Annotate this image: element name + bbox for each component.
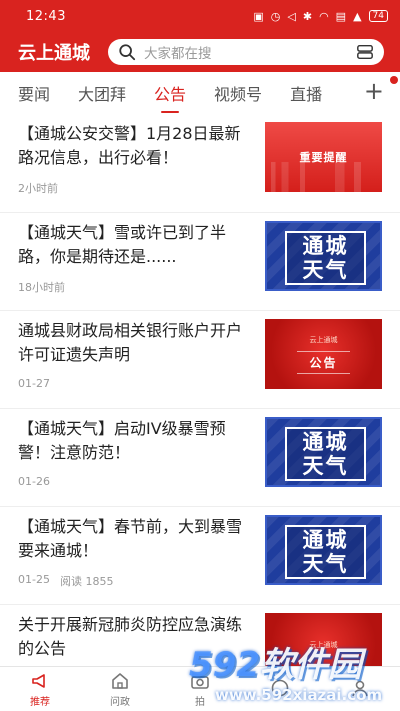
- channel-tabs: 要闻 大团拜 公告 视频号 直播 +: [0, 72, 400, 114]
- news-meta: 18小时前: [18, 279, 65, 295]
- news-thumbnail: 云上通城 公告: [265, 319, 382, 389]
- news-thumbnail: 通城 天气: [265, 417, 382, 487]
- news-thumbnail: 通城 天气: [265, 221, 382, 291]
- thumbnail-caption-line2: 天气: [302, 454, 349, 478]
- hd-icon: ▤: [335, 9, 347, 23]
- news-meta: 2小时前: [18, 180, 58, 196]
- city-skyline-graphic: [265, 162, 382, 192]
- news-title: 关于开展新冠肺炎防控应急演练的公告: [18, 615, 243, 658]
- news-time: 01-26: [18, 475, 50, 488]
- list-item[interactable]: 通城县财政局相关银行账户开户许可证遗失声明 01-27 云上通城 公告: [0, 310, 400, 408]
- app-title: 云上通城: [18, 43, 90, 64]
- search-icon: [119, 44, 136, 61]
- news-time: 2小时前: [18, 182, 58, 195]
- bluetooth-icon: ✱: [302, 9, 313, 23]
- status-icons: ▣ ◷ ◁ ✱ ◠ ▤ ▲ 74: [253, 10, 388, 23]
- news-title: 【通城天气】雪或许已到了半路，你是期待还是......: [18, 223, 227, 266]
- search-placeholder: 大家都在搜: [144, 46, 212, 62]
- news-time: 18小时前: [18, 281, 65, 294]
- list-item[interactable]: 【通城天气】春节前，大到暴雪要来通城！ 01-25 阅读 1855 通城 天气: [0, 506, 400, 604]
- compass-icon: [271, 679, 289, 697]
- nav-mine[interactable]: [320, 667, 400, 711]
- add-channel-icon[interactable]: +: [364, 78, 384, 104]
- wifi-icon: ◠: [319, 9, 329, 23]
- user-icon: [352, 680, 368, 697]
- news-title: 【通城天气】春节前，大到暴雪要来通城！: [18, 517, 243, 560]
- notification-icon: ▣: [253, 9, 264, 23]
- list-item[interactable]: 【通城天气】启动IV级暴雪预警！注意防范！ 01-26 通城 天气: [0, 408, 400, 506]
- status-time: 12:43: [26, 8, 66, 24]
- scan-icon[interactable]: [356, 43, 374, 61]
- news-meta: 01-25 阅读 1855: [18, 573, 113, 589]
- status-bar: 12:43 ▣ ◷ ◁ ✱ ◠ ▤ ▲ 74: [0, 0, 400, 32]
- signal-icon: ▲: [353, 9, 362, 23]
- news-time: 01-27: [18, 377, 50, 390]
- home-icon: [112, 672, 128, 689]
- nav-pai[interactable]: 拍: [160, 667, 240, 711]
- tab-shipinhao[interactable]: 视频号: [214, 81, 262, 105]
- news-reads: 阅读 1855: [59, 575, 114, 588]
- news-title: 【通城天气】启动IV级暴雪预警！注意防范！: [18, 419, 226, 462]
- search-bar[interactable]: 大家都在搜: [108, 39, 384, 65]
- camera-icon: [191, 675, 209, 689]
- mute-icon: ◁: [287, 9, 296, 23]
- news-meta: 01-26: [18, 475, 50, 488]
- tab-datuanbai[interactable]: 大团拜: [78, 81, 126, 105]
- weather-logo-box: 通城 天气: [285, 231, 366, 285]
- list-item[interactable]: 【通城公安交警】1月28日最新路况信息，出行必看！ 2小时前 重要提醒: [0, 114, 400, 212]
- thumbnail-caption-line1: 通城: [302, 234, 349, 258]
- bottom-nav: 推荐 问政 拍: [0, 666, 400, 711]
- thumbnail-caption: 重要提醒: [299, 151, 348, 164]
- thumbnail-caption-line2: 天气: [302, 552, 349, 576]
- nav-discover[interactable]: [240, 667, 320, 711]
- tab-zhibo[interactable]: 直播: [290, 81, 322, 105]
- news-list: 【通城公安交警】1月28日最新路况信息，出行必看！ 2小时前 重要提醒 【通城天…: [0, 114, 400, 702]
- news-thumbnail: 通城 天气: [265, 515, 382, 585]
- nav-wenzheng[interactable]: 问政: [80, 667, 160, 711]
- nav-recommend[interactable]: 推荐: [0, 667, 80, 711]
- megaphone-icon: [32, 673, 45, 688]
- thumbnail-brand: 云上通城: [309, 335, 338, 344]
- battery-icon: 74: [368, 10, 388, 22]
- thumbnail-brand: 云上通城: [309, 641, 338, 649]
- thumbnail-caption-line1: 通城: [302, 528, 349, 552]
- news-meta: 01-27: [18, 377, 50, 390]
- tab-yaowen[interactable]: 要闻: [18, 81, 50, 105]
- news-title: 【通城公安交警】1月28日最新路况信息，出行必看！: [18, 124, 241, 167]
- thumbnail-caption-line1: 通城: [302, 430, 349, 454]
- list-item[interactable]: 【通城天气】雪或许已到了半路，你是期待还是...... 18小时前 通城 天气: [0, 212, 400, 310]
- weather-logo-box: 通城 天气: [285, 427, 366, 481]
- thumbnail-caption: 公告: [297, 350, 350, 374]
- nav-label: 拍: [195, 696, 205, 708]
- news-thumbnail: 重要提醒: [265, 122, 382, 192]
- news-title: 通城县财政局相关银行账户开户许可证遗失声明: [18, 321, 243, 364]
- nav-label: 推荐: [30, 696, 50, 708]
- thumbnail-caption-line2: 天气: [302, 258, 349, 282]
- alarm-icon: ◷: [270, 9, 281, 23]
- nav-label: 问政: [110, 696, 130, 708]
- weather-logo-box: 通城 天气: [285, 525, 366, 579]
- news-time: 01-25: [18, 573, 50, 586]
- new-indicator-dot: [390, 76, 398, 84]
- tab-gonggao[interactable]: 公告: [154, 81, 186, 105]
- app-header: 12:43 ▣ ◷ ◁ ✱ ◠ ▤ ▲ 74 云上通城 大家都在搜: [0, 0, 400, 72]
- app-bar: 云上通城 大家都在搜: [0, 32, 400, 72]
